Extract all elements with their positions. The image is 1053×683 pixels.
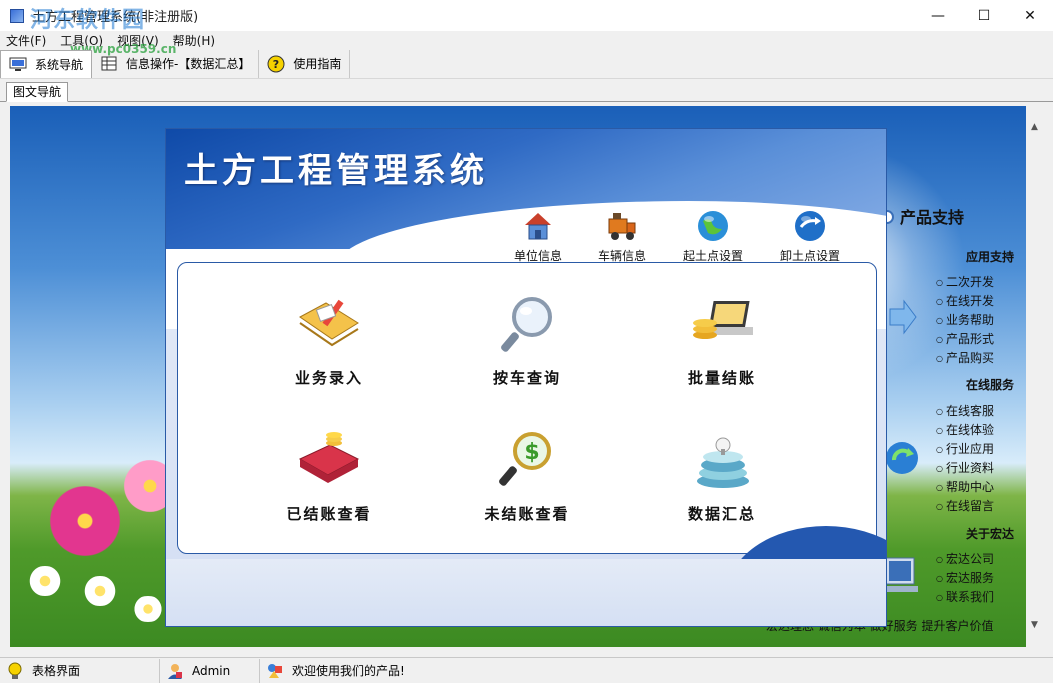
window-controls: — ☐ ✕ (915, 0, 1053, 31)
truck-icon (608, 213, 636, 240)
link-online-trial[interactable]: 在线体验 (936, 421, 994, 438)
batch-settle-label: 批量结账 (687, 369, 756, 387)
globe-arrow-icon (795, 211, 825, 241)
business-entry-label: 业务录入 (294, 369, 363, 387)
status-user: Admin (160, 658, 260, 683)
book-stack-icon (697, 437, 749, 488)
unit-info-button[interactable]: 单位信息 (493, 209, 583, 264)
help-icon: ? (267, 55, 285, 72)
link-product-buy[interactable]: 产品购买 (936, 349, 994, 366)
system-nav-label: 系统导航 (35, 57, 84, 72)
maximize-button[interactable]: ☐ (961, 0, 1007, 31)
shapes-icon (266, 662, 284, 680)
menu-file[interactable]: 文件(F) (6, 32, 46, 49)
flower-decoration (40, 486, 130, 556)
vehicle-info-button[interactable]: 车辆信息 (577, 209, 667, 264)
status-view-mode-label: 表格界面 (32, 664, 81, 678)
menu-view[interactable]: 视图(V) (117, 32, 159, 49)
link-online-support[interactable]: 在线客服 (936, 402, 994, 419)
status-user-label: Admin (192, 663, 231, 678)
batch-settle-button[interactable]: 批量结账 (647, 293, 797, 388)
globe-icon (698, 211, 728, 241)
link-online-dev[interactable]: 在线开发 (936, 292, 994, 309)
ledger-coins-icon (298, 432, 360, 483)
load-point-button[interactable]: 起土点设置 (668, 209, 758, 264)
status-welcome: 欢迎使用我们的产品! (260, 659, 1053, 683)
bulb-icon (6, 662, 24, 680)
settled-view-button[interactable]: 已结账查看 (254, 429, 404, 524)
flower-decoration (80, 576, 120, 606)
link-business-help[interactable]: 业务帮助 (936, 311, 994, 328)
system-nav-button[interactable]: 系统导航 (0, 49, 93, 78)
status-bar: 表格界面 Admin 欢迎使用我们的产品! (0, 657, 1053, 683)
menu-bar: 文件(F) 工具(O) 视图(V) 帮助(H) (0, 31, 1053, 49)
unsettled-view-label: 未结账查看 (484, 505, 570, 523)
link-company[interactable]: 宏达公司 (936, 550, 994, 567)
panel-footer-wave (166, 559, 886, 626)
link-online-message[interactable]: 在线留言 (936, 497, 994, 514)
dollar-magnifier-icon: $ (499, 432, 551, 486)
unload-point-button[interactable]: 卸土点设置 (765, 209, 855, 264)
link-contact-us[interactable]: 联系我们 (936, 588, 994, 605)
magnifier-icon (501, 297, 552, 352)
svg-text:?: ? (273, 58, 279, 71)
scroll-down-icon[interactable]: ▼ (1031, 620, 1038, 630)
link-secondary-dev[interactable]: 二次开发 (936, 273, 994, 290)
data-summary-label: 信息操作-【数据汇总】 (126, 57, 251, 71)
user-icon (166, 662, 184, 680)
business-entry-button[interactable]: 业务录入 (254, 293, 404, 388)
link-industry-data[interactable]: 行业资料 (936, 459, 994, 476)
query-by-vehicle-label: 按车查询 (492, 369, 561, 387)
folder-pen-icon (299, 299, 359, 347)
monitor-icon (9, 56, 27, 72)
panel-title: 土方工程管理系统 (184, 151, 488, 191)
data-summary-button[interactable]: 信息操作-【数据汇总】 (92, 49, 260, 78)
arrow-right-icon (889, 299, 917, 335)
laptop-icon (882, 557, 918, 592)
actions-box: 业务录入 按车查询 批量结账 已结账查看 $ 未结账查看 数据汇总 (177, 262, 877, 554)
minimize-button[interactable]: — (915, 0, 961, 31)
tab-strip: 图文导航 (0, 80, 1053, 102)
flower-decoration (130, 596, 166, 622)
refresh-globe-icon (886, 442, 918, 474)
window-title: 土方工程管理系统(非注册版) (32, 10, 199, 25)
data-summary-main-button[interactable]: 数据汇总 (647, 429, 797, 524)
query-by-vehicle-button[interactable]: 按车查询 (452, 293, 602, 388)
section-title-app-support: 应用支持 (966, 250, 1015, 264)
section-title-online-service: 在线服务 (966, 378, 1015, 392)
app-icon (10, 8, 24, 23)
user-guide-label: 使用指南 (293, 57, 342, 71)
link-help-center[interactable]: 帮助中心 (936, 478, 994, 495)
link-company-service[interactable]: 宏达服务 (936, 569, 994, 586)
navigation-panel: 土方工程管理系统 单位信息 车辆信息 起土点设置 卸土点设置 业务录入 按车查询… (165, 128, 887, 627)
tab-graphic-nav[interactable]: 图文导航 (6, 82, 69, 102)
status-welcome-label: 欢迎使用我们的产品! (292, 664, 405, 678)
settled-view-label: 已结账查看 (286, 505, 372, 523)
menu-help[interactable]: 帮助(H) (173, 32, 215, 49)
scroll-up-icon[interactable]: ▲ (1031, 122, 1038, 132)
close-button[interactable]: ✕ (1007, 0, 1053, 31)
house-icon (525, 213, 551, 240)
unsettled-view-button[interactable]: $ 未结账查看 (452, 429, 602, 524)
user-guide-button[interactable]: ? 使用指南 (259, 49, 351, 78)
status-view-mode: 表格界面 (0, 658, 160, 683)
section-title-about: 关于宏达 (966, 527, 1015, 541)
link-industry-app[interactable]: 行业应用 (936, 440, 994, 457)
menu-tools[interactable]: 工具(O) (60, 32, 103, 49)
flower-decoration (25, 566, 65, 596)
title-bar: 土方工程管理系统(非注册版) — ☐ ✕ (0, 0, 1053, 31)
svg-text:$: $ (524, 440, 539, 465)
table-icon (100, 56, 118, 72)
support-header: 产品支持 (900, 208, 965, 227)
toolbar: 系统导航 信息操作-【数据汇总】 ? 使用指南 (0, 49, 1053, 79)
data-summary-main-label: 数据汇总 (687, 505, 756, 523)
coins-laptop-icon (693, 301, 753, 339)
link-product-form[interactable]: 产品形式 (936, 330, 994, 347)
